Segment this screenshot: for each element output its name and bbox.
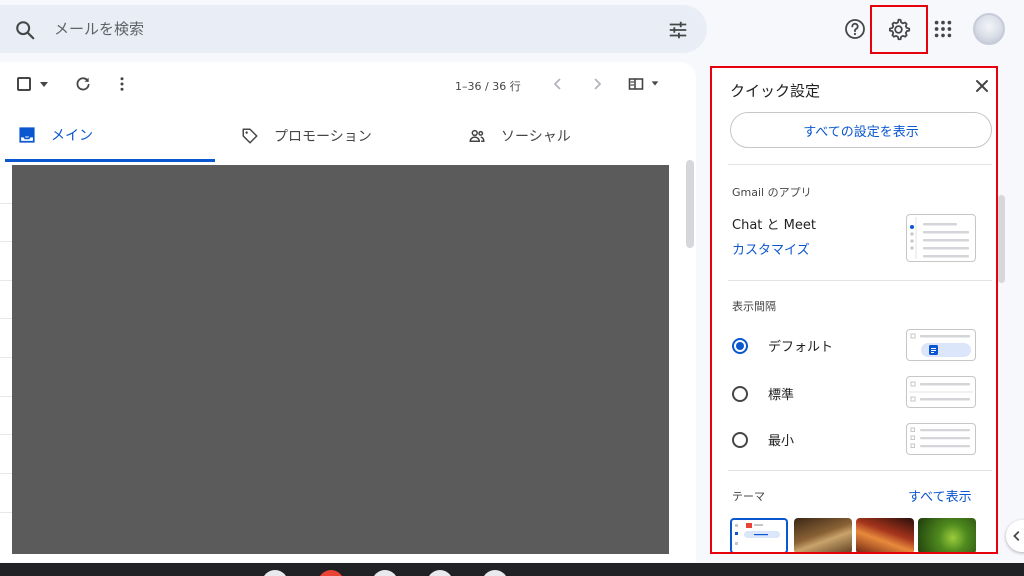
theme-canyon-thumb[interactable] bbox=[856, 518, 914, 552]
redacted-mail-list bbox=[12, 165, 669, 554]
expand-side-panel-icon[interactable] bbox=[1006, 520, 1024, 552]
density-option-comfortable[interactable]: 標準 bbox=[732, 384, 794, 403]
density-option-label: 最小 bbox=[768, 434, 795, 449]
search-input[interactable] bbox=[54, 5, 614, 53]
quick-settings-title: クイック設定 bbox=[730, 82, 821, 100]
search-bar bbox=[0, 5, 707, 53]
inbox-icon bbox=[17, 125, 37, 145]
see-all-settings-button[interactable]: すべての設定を表示 bbox=[730, 112, 992, 148]
density-default-preview bbox=[906, 329, 976, 361]
os-taskbar bbox=[0, 563, 1024, 576]
density-compact-preview bbox=[906, 423, 976, 455]
search-icon[interactable] bbox=[14, 19, 36, 41]
tab-main[interactable]: メイン bbox=[5, 110, 215, 162]
radio-selected[interactable] bbox=[732, 337, 748, 354]
radio-unselected[interactable] bbox=[732, 385, 748, 402]
divider bbox=[728, 280, 992, 281]
select-all-checkbox[interactable] bbox=[17, 77, 31, 91]
density-option-compact[interactable]: 最小 bbox=[732, 430, 794, 449]
more-vert-icon[interactable] bbox=[113, 75, 131, 93]
tab-promotions-label: プロモーション bbox=[274, 129, 372, 145]
caret-down-icon[interactable] bbox=[38, 78, 50, 90]
avatar[interactable] bbox=[973, 13, 1005, 45]
theme-heading: テーマ bbox=[732, 490, 765, 503]
radio-unselected[interactable] bbox=[732, 431, 748, 448]
chevron-right-icon[interactable] bbox=[589, 76, 605, 92]
tab-promotions[interactable]: プロモーション bbox=[240, 110, 450, 162]
customize-link[interactable]: カスタマイズ bbox=[732, 239, 810, 258]
mail-list-scrollbar[interactable] bbox=[686, 160, 694, 248]
page-scrollbar[interactable] bbox=[998, 195, 1005, 283]
caret-down-icon[interactable] bbox=[650, 78, 660, 88]
apps-heading: Gmail のアプリ bbox=[732, 186, 812, 199]
density-comfortable-preview bbox=[906, 376, 976, 408]
theme-default-thumb[interactable] bbox=[730, 518, 788, 552]
settings-icon[interactable] bbox=[886, 17, 911, 42]
tab-main-label: メイン bbox=[51, 127, 93, 144]
density-option-label: デフォルト bbox=[768, 340, 834, 355]
divider bbox=[728, 470, 992, 471]
theme-see-all-link[interactable]: すべて表示 bbox=[908, 486, 972, 505]
tab-social[interactable]: ソーシャル bbox=[467, 110, 677, 162]
tag-icon bbox=[240, 126, 260, 146]
tab-social-label: ソーシャル bbox=[501, 129, 571, 145]
chat-meet-label: Chat と Meet bbox=[732, 218, 816, 233]
theme-leaf-thumb[interactable] bbox=[918, 518, 976, 552]
people-icon bbox=[467, 126, 487, 146]
density-heading: 表示間隔 bbox=[732, 300, 776, 313]
refresh-icon[interactable] bbox=[74, 75, 92, 93]
quick-settings-panel: クイック設定 すべての設定を表示 Gmail のアプリ Chat と Meet … bbox=[710, 66, 998, 554]
apps-grid-icon[interactable] bbox=[932, 18, 954, 40]
density-option-label: 標準 bbox=[768, 388, 795, 403]
filter-icon[interactable] bbox=[667, 19, 689, 41]
theme-chess-thumb[interactable] bbox=[794, 518, 852, 552]
help-icon[interactable] bbox=[843, 17, 867, 41]
density-option-default[interactable]: デフォルト bbox=[732, 336, 833, 355]
page-info: 1–36 / 36 行 bbox=[455, 80, 521, 93]
chat-meet-preview bbox=[906, 214, 976, 262]
chevron-left-icon[interactable] bbox=[550, 76, 566, 92]
split-pane-icon[interactable] bbox=[628, 76, 644, 92]
close-icon[interactable] bbox=[974, 78, 990, 94]
divider bbox=[728, 164, 992, 165]
